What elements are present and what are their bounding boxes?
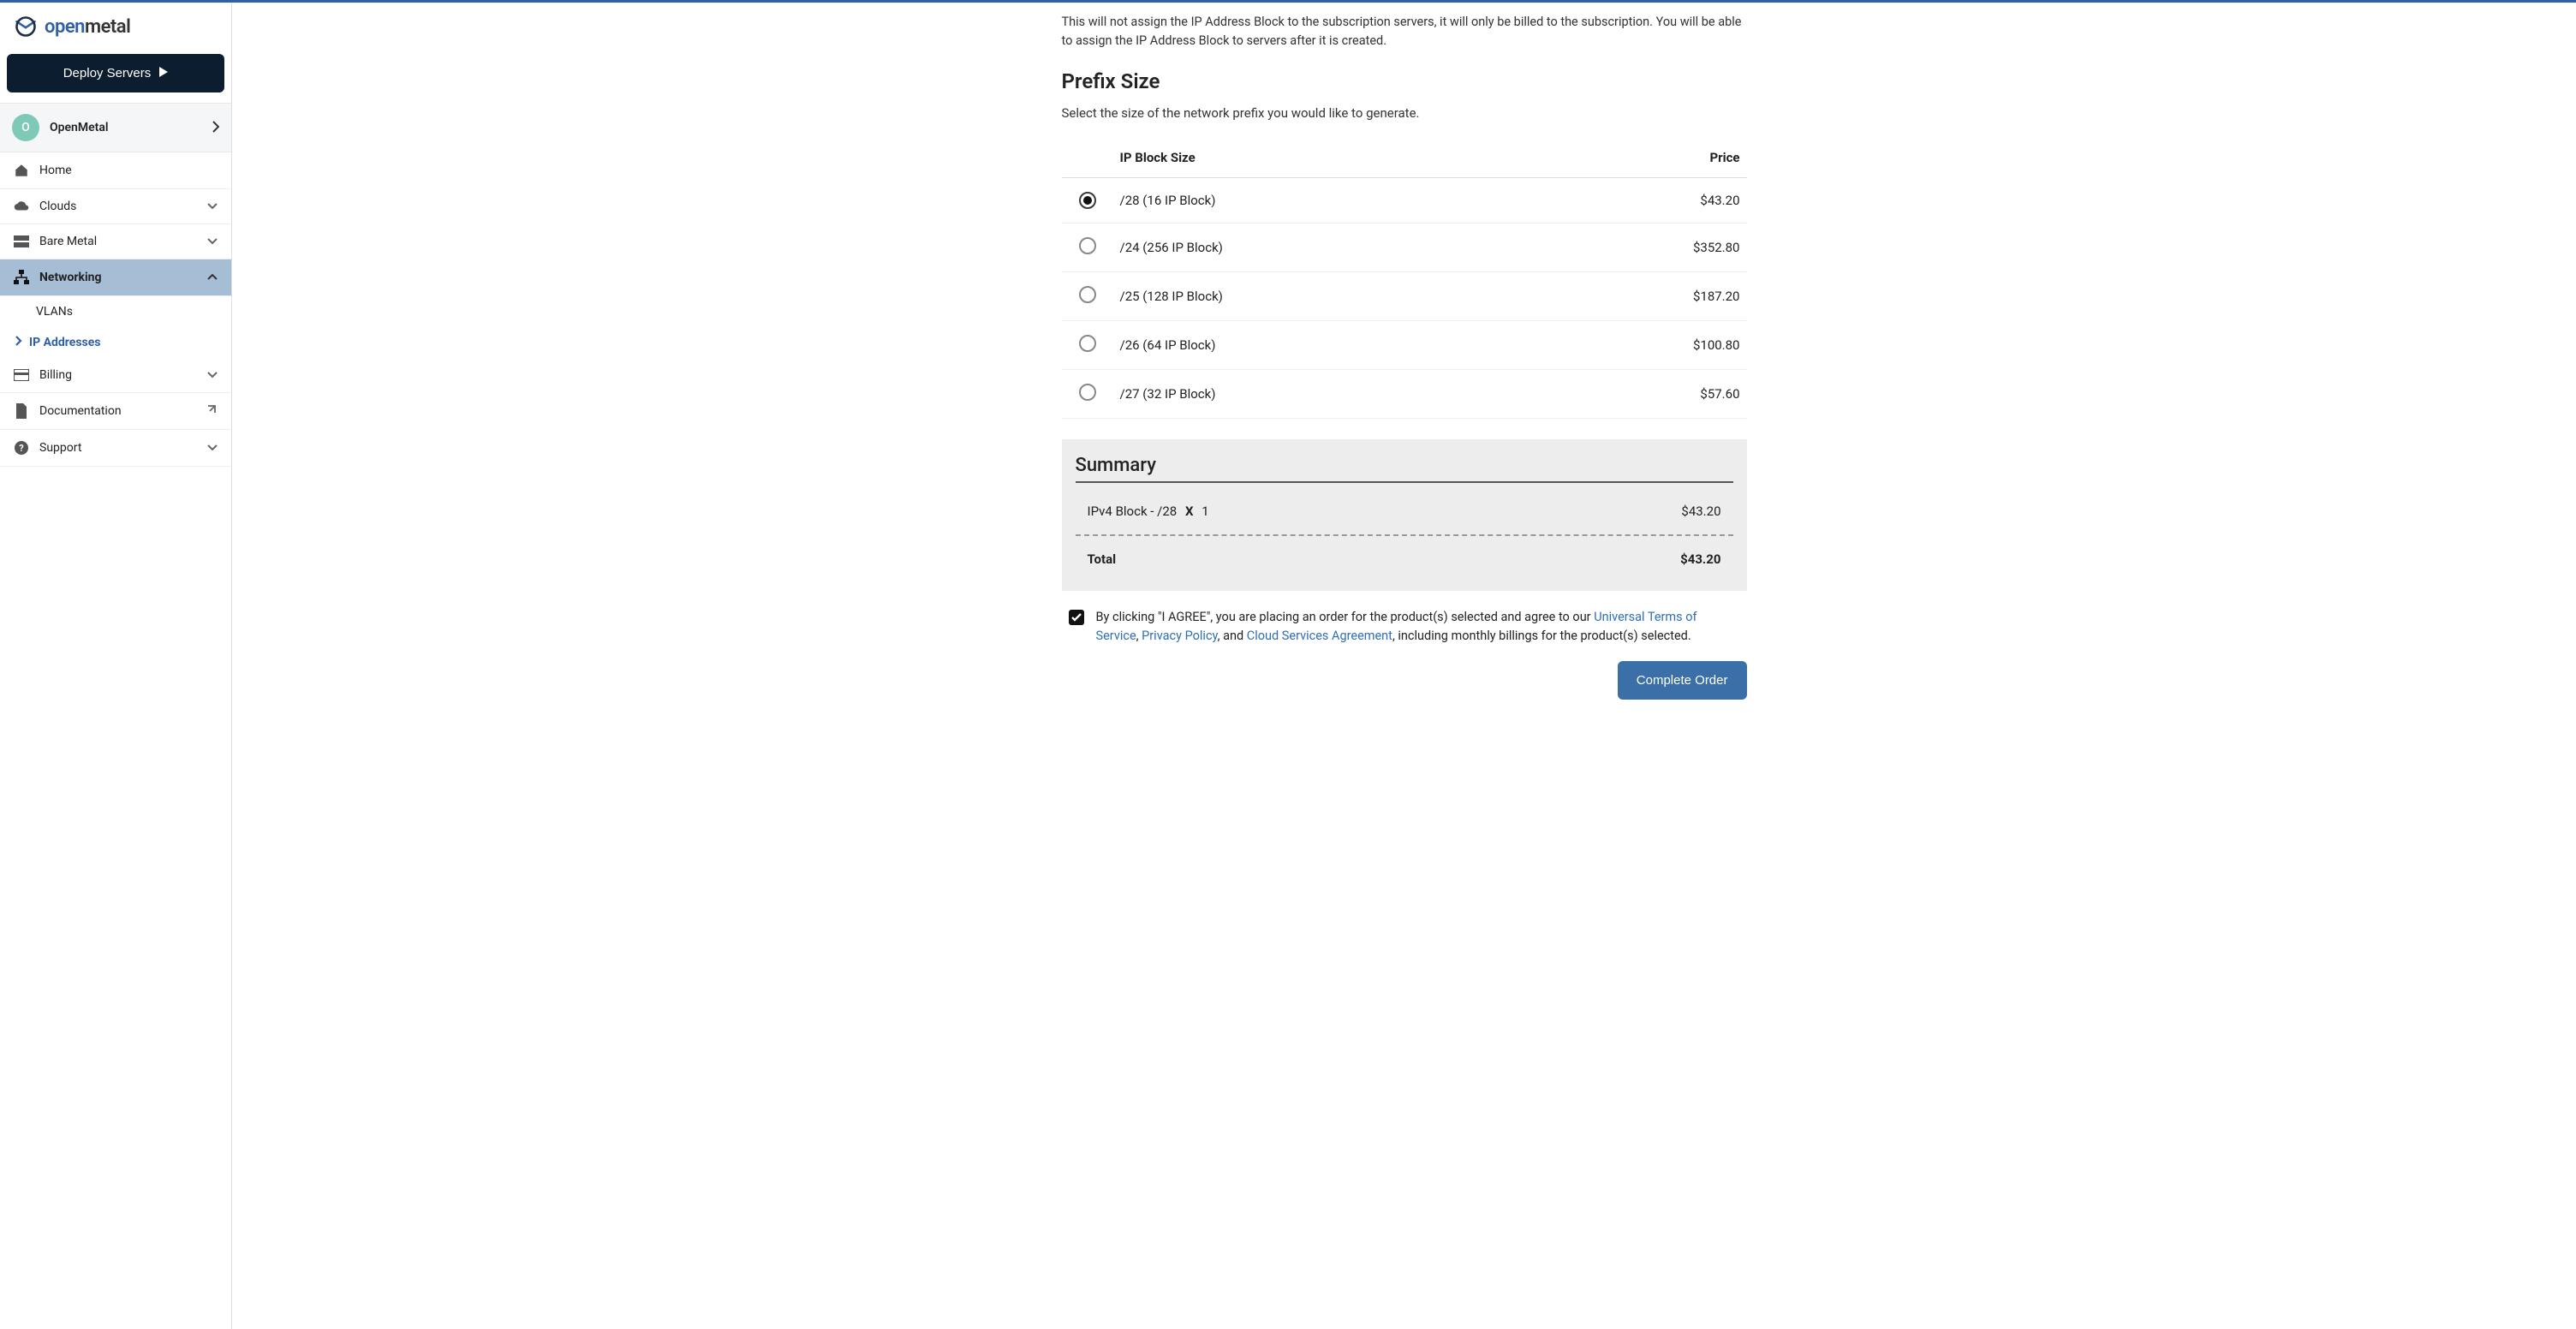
nav-networking[interactable]: Networking (0, 259, 231, 296)
total-price: $43.20 (1680, 551, 1720, 567)
summary-item-label: IPv4 Block - /28 (1088, 504, 1178, 519)
credit-card-icon (14, 369, 29, 381)
total-label: Total (1088, 551, 1117, 567)
nav-label: Documentation (39, 404, 195, 418)
deploy-servers-button[interactable]: Deploy Servers (7, 54, 224, 92)
nav-billing[interactable]: Billing (0, 358, 231, 393)
ip-block-label: /24 (256 IP Block) (1113, 223, 1531, 271)
chevron-down-icon (207, 235, 218, 248)
intro-text: This will not assign the IP Address Bloc… (1062, 3, 1747, 51)
main-content: This will not assign the IP Address Bloc… (232, 3, 2576, 1329)
help-icon: ? (14, 440, 29, 456)
summary-qty-sep: X (1185, 504, 1194, 519)
summary-box: Summary IPv4 Block - /28 X 1 $43.20 Tota… (1062, 439, 1747, 591)
brand-logo[interactable]: openmetal (0, 3, 231, 47)
ip-block-row[interactable]: /25 (128 IP Block)$187.20 (1062, 271, 1747, 320)
deploy-label: Deploy Servers (63, 66, 152, 80)
ip-block-price: $100.80 (1530, 320, 1746, 369)
openmetal-logo-icon (14, 15, 38, 39)
radio-button[interactable] (1079, 237, 1096, 254)
ip-block-price: $57.60 (1530, 369, 1746, 418)
nav-bare-metal[interactable]: Bare Metal (0, 224, 231, 259)
ip-block-price: $352.80 (1530, 223, 1746, 271)
network-icon (14, 270, 29, 285)
radio-button[interactable] (1079, 192, 1096, 209)
agree-text: By clicking "I AGREE", you are placing a… (1096, 608, 1740, 647)
play-icon (159, 66, 168, 80)
check-icon (1071, 613, 1082, 622)
external-link-icon (206, 403, 218, 419)
col-price-header: Price (1530, 138, 1746, 178)
ip-block-row[interactable]: /28 (16 IP Block)$43.20 (1062, 177, 1747, 223)
csa-link[interactable]: Cloud Services Agreement (1247, 629, 1392, 643)
org-name: OpenMetal (50, 121, 202, 134)
svg-text:?: ? (19, 443, 24, 454)
agree-row: By clicking "I AGREE", you are placing a… (1062, 591, 1747, 647)
prefix-size-heading: Prefix Size (1062, 69, 1747, 93)
ip-block-price: $43.20 (1530, 177, 1746, 223)
ip-block-label: /25 (128 IP Block) (1113, 271, 1531, 320)
subnav-label: IP Addresses (29, 336, 100, 349)
chevron-down-icon (207, 200, 218, 213)
summary-line-price: $43.20 (1681, 504, 1720, 519)
sidebar: openmetal Deploy Servers O OpenMetal Hom… (0, 3, 232, 1329)
nav-label: Clouds (39, 200, 197, 213)
subnav-ip-addresses[interactable]: IP Addresses (0, 327, 231, 358)
brand-text: openmetal (45, 16, 130, 38)
nav-label: Billing (39, 368, 197, 382)
ip-block-row[interactable]: /24 (256 IP Block)$352.80 (1062, 223, 1747, 271)
complete-order-button[interactable]: Complete Order (1618, 661, 1747, 700)
document-icon (14, 403, 29, 419)
summary-heading: Summary (1076, 455, 1733, 483)
summary-qty: 1 (1202, 504, 1208, 519)
subnav-vlans[interactable]: VLANs (0, 296, 231, 327)
col-size-header: IP Block Size (1113, 138, 1531, 178)
ip-block-label: /27 (32 IP Block) (1113, 369, 1531, 418)
summary-divider (1076, 534, 1733, 536)
home-icon (14, 163, 29, 178)
nav-label: Networking (39, 271, 197, 284)
agree-checkbox[interactable] (1069, 610, 1084, 625)
server-icon (14, 235, 29, 247)
nav-documentation[interactable]: Documentation (0, 393, 231, 430)
nav-home[interactable]: Home (0, 152, 231, 189)
ip-block-price: $187.20 (1530, 271, 1746, 320)
nav-label: Home (39, 164, 218, 177)
org-avatar: O (12, 114, 39, 141)
ip-block-row[interactable]: /27 (32 IP Block)$57.60 (1062, 369, 1747, 418)
nav-clouds[interactable]: Clouds (0, 189, 231, 224)
summary-line-item: IPv4 Block - /28 X 1 $43.20 (1076, 498, 1733, 524)
ip-block-label: /28 (16 IP Block) (1113, 177, 1531, 223)
nav-support[interactable]: ? Support (0, 430, 231, 467)
summary-total: Total $43.20 (1076, 546, 1733, 572)
nav-label: Bare Metal (39, 235, 197, 248)
networking-subnav: VLANs IP Addresses (0, 296, 231, 358)
radio-button[interactable] (1079, 335, 1096, 352)
chevron-up-icon (207, 271, 218, 284)
privacy-link[interactable]: Privacy Policy (1142, 629, 1218, 643)
radio-button[interactable] (1079, 286, 1096, 303)
chevron-down-icon (207, 368, 218, 382)
ip-block-row[interactable]: /26 (64 IP Block)$100.80 (1062, 320, 1747, 369)
ip-block-table: IP Block Size Price /28 (16 IP Block)$43… (1062, 138, 1747, 419)
ip-block-label: /26 (64 IP Block) (1113, 320, 1531, 369)
prefix-hint: Select the size of the network prefix yo… (1062, 105, 1747, 121)
chevron-right-icon (212, 120, 219, 136)
radio-button[interactable] (1079, 384, 1096, 401)
nav-label: Support (39, 441, 197, 455)
chevron-down-icon (207, 441, 218, 455)
org-selector[interactable]: O OpenMetal (0, 103, 231, 152)
chevron-right-icon (15, 336, 22, 349)
cloud-icon (14, 200, 29, 212)
main-nav: Home Clouds Bare Metal Networking VLANs (0, 152, 231, 467)
